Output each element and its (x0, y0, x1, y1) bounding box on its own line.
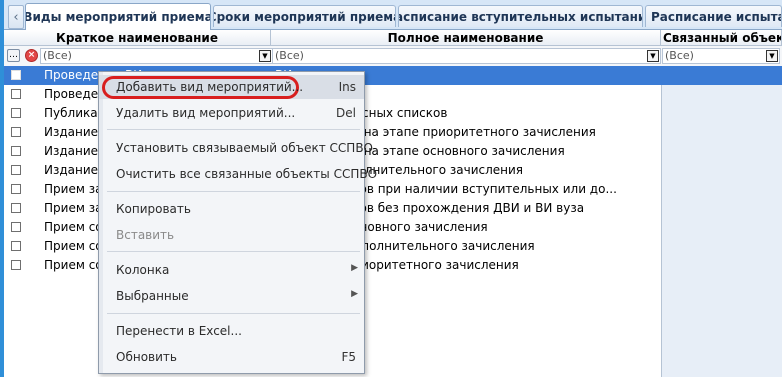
row-checkbox[interactable] (11, 108, 21, 118)
menu-item-label: Копировать (116, 202, 191, 216)
menu-item-label: Очистить все связанные объекты ССПВО (116, 167, 378, 181)
tab-bar: ‹ Виды мероприятий приема Сроки мероприя… (4, 0, 782, 30)
menu-item-label: Удалить вид мероприятий... (116, 106, 296, 120)
menu-item-copy[interactable]: Копировать (99, 197, 364, 221)
menu-item-label: Обновить (116, 350, 177, 364)
menu-separator (107, 251, 360, 252)
cell-short-name: Прием со (44, 258, 103, 272)
filter-row: … × (Все) ▼ (Все) ▼ (Все) ▼ (4, 46, 782, 67)
cell-short-name: Прием со (44, 239, 103, 253)
menu-item-column[interactable]: Колонка ▶ (99, 258, 364, 282)
menu-item-add-event-type[interactable]: Добавить вид мероприятий... Ins (99, 75, 364, 99)
submenu-arrow-icon: ▶ (351, 263, 358, 273)
menu-item-label: Установить связываемый объект ССПВО (116, 141, 373, 155)
menu-item-label: Перенести в Excel... (116, 324, 242, 338)
menu-item-paste[interactable]: Вставить (99, 223, 364, 247)
menu-item-export-excel[interactable]: Перенести в Excel... (99, 319, 364, 343)
menu-item-label: Вставить (116, 228, 175, 242)
menu-item-selected[interactable]: Выбранные ▶ (99, 284, 364, 308)
dropdown-arrow-icon[interactable]: ▼ (647, 50, 659, 62)
submenu-arrow-icon: ▶ (351, 289, 358, 299)
dropdown-arrow-icon[interactable]: ▼ (259, 50, 271, 62)
menu-item-shortcut: Ins (338, 80, 356, 94)
tab-test-schedule[interactable]: Расписание испытаний (645, 5, 782, 27)
row-checkbox[interactable] (11, 260, 21, 270)
row-checkbox[interactable] (11, 222, 21, 232)
menu-item-refresh[interactable]: Обновить F5 (99, 345, 364, 369)
cell-short-name: Проведен (44, 87, 106, 101)
more-options-icon[interactable]: … (7, 49, 20, 62)
filter-full-name[interactable]: (Все) ▼ (272, 48, 661, 64)
menu-item-set-sspvo-object[interactable]: Установить связываемый объект ССПВО (99, 136, 373, 160)
menu-item-label: Добавить вид мероприятий... (116, 80, 304, 94)
menu-item-shortcut: F5 (341, 350, 356, 364)
chevron-left-icon[interactable]: ‹ (8, 5, 24, 29)
cell-short-name: Прием за (44, 201, 103, 215)
menu-item-shortcut: Del (336, 106, 356, 120)
menu-separator (107, 191, 360, 192)
row-checkbox[interactable] (11, 203, 21, 213)
menu-item-clear-sspvo-objects[interactable]: Очистить все связанные объекты ССПВО (99, 162, 377, 186)
row-checkbox[interactable] (11, 89, 21, 99)
tab-event-types[interactable]: Виды мероприятий приема (25, 3, 211, 30)
cell-short-name: Прием за (44, 182, 103, 196)
column-header-short-name[interactable]: Краткое наименование (4, 30, 271, 46)
row-checkbox[interactable] (11, 241, 21, 251)
tab-event-dates[interactable]: Сроки мероприятий приема (213, 5, 396, 27)
menu-item-delete-event-type[interactable]: Удалить вид мероприятий... Del (99, 101, 364, 125)
tab-exam-schedule[interactable]: Расписание вступительных испытаний (398, 5, 643, 27)
cell-short-name: Публикац (44, 106, 106, 120)
menu-separator (107, 313, 360, 314)
filter-linked-object[interactable]: (Все) ▼ (662, 48, 780, 64)
cell-short-name: Прием со (44, 220, 103, 234)
clear-filter-icon[interactable]: × (25, 49, 38, 62)
menu-item-label: Колонка (116, 263, 170, 277)
menu-separator (107, 129, 360, 130)
row-checkbox[interactable] (11, 70, 21, 80)
filter-short-name[interactable]: (Все) ▼ (40, 48, 273, 64)
row-checkbox[interactable] (11, 127, 21, 137)
row-checkbox[interactable] (11, 165, 21, 175)
column-header-linked-object[interactable]: Связанный объект ... (661, 30, 782, 46)
menu-item-label: Выбранные (116, 289, 189, 303)
row-checkbox[interactable] (11, 184, 21, 194)
context-menu: Добавить вид мероприятий... Ins Удалить … (98, 71, 377, 374)
row-checkbox[interactable] (11, 146, 21, 156)
column-header-full-name[interactable]: Полное наименование (271, 30, 661, 46)
dropdown-arrow-icon[interactable]: ▼ (766, 50, 778, 62)
